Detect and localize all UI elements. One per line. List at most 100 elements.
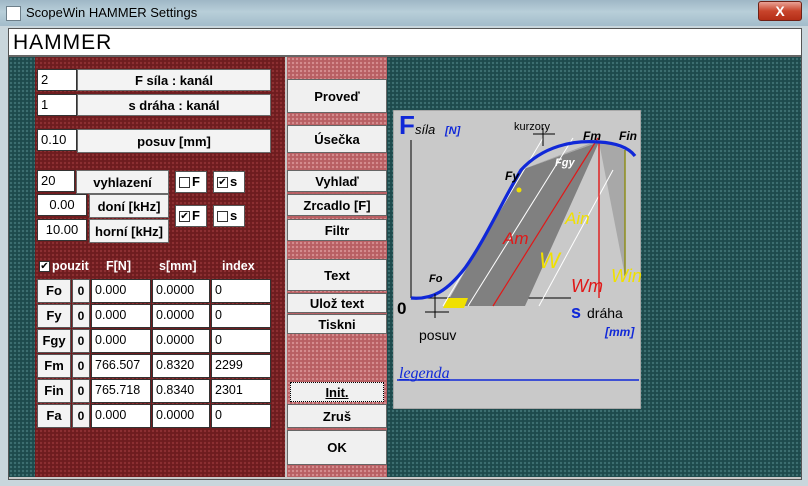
row-index-value[interactable]: 2299 <box>211 354 271 378</box>
checkbox-s-filter[interactable]: s <box>213 205 245 227</box>
vyhlad-button[interactable]: Vyhlaď <box>287 170 387 192</box>
close-button[interactable]: X <box>758 1 802 21</box>
checkbox-F-filter-label: F <box>192 208 200 223</box>
checkbox-F-filter[interactable]: ✔ F <box>175 205 207 227</box>
row-flag[interactable]: 0 <box>72 304 90 328</box>
pouzit-checkbox[interactable]: ✔ <box>39 261 50 272</box>
label-wm: Wm <box>571 276 603 296</box>
horni-label: horní [kHz] <box>89 219 169 243</box>
row-label-button[interactable]: Fm <box>37 354 71 378</box>
usecka-button[interactable]: Úsečka <box>287 125 387 153</box>
row-flag[interactable]: 0 <box>72 354 90 378</box>
ok-button[interactable]: OK <box>287 430 387 465</box>
doni-input[interactable]: 0.00 <box>37 194 87 216</box>
col-header-force: F[N] <box>106 259 131 273</box>
row-force-value[interactable]: 766.507 <box>91 354 151 378</box>
doni-label: doní [kHz] <box>89 194 169 218</box>
header-bar: HAMMER <box>9 29 801 57</box>
label-fy: Fy <box>505 169 520 183</box>
row-force-value[interactable]: 0.000 <box>91 404 151 428</box>
filtr-button[interactable]: Filtr <box>287 219 387 241</box>
row-index-value[interactable]: 0 <box>211 329 271 353</box>
checkbox-F-smoothing-box[interactable] <box>179 177 190 188</box>
app-icon <box>6 6 21 21</box>
checkbox-s-smoothing[interactable]: ✔ s <box>213 171 245 193</box>
zrcadlo-button[interactable]: Zrcadlo [F] <box>287 194 387 216</box>
row-distance-value[interactable]: 0.0000 <box>152 279 210 303</box>
row-distance-value[interactable]: 0.0000 <box>152 329 210 353</box>
checkbox-F-smoothing[interactable]: F <box>175 171 207 193</box>
title-bar: ScopeWin HAMMER Settings X <box>0 0 808 26</box>
label-ain: Ain <box>564 209 590 228</box>
uloz-text-button[interactable]: Ulož text <box>287 293 387 313</box>
window-title: ScopeWin HAMMER Settings <box>26 5 198 20</box>
label-fo: Fo <box>429 273 443 285</box>
label-s-letter: s <box>571 302 581 322</box>
label-fm: Fm <box>583 129 601 143</box>
label-win: Win <box>611 266 641 286</box>
col-header-distance: s[mm] <box>159 259 197 273</box>
channel-f-label: F síla : kanál <box>77 69 271 91</box>
row-flag[interactable]: 0 <box>72 404 90 428</box>
row-label-button[interactable]: Fgy <box>37 329 71 353</box>
posuv-input[interactable]: 0.10 <box>37 129 77 151</box>
label-draha: dráha <box>587 305 623 321</box>
row-force-value[interactable]: 0.000 <box>91 304 151 328</box>
checkbox-s-filter-box[interactable] <box>217 211 228 222</box>
row-flag[interactable]: 0 <box>72 279 90 303</box>
row-label-button[interactable]: Fa <box>37 404 71 428</box>
label-posuv: posuv <box>419 327 456 343</box>
row-force-value[interactable]: 0.000 <box>91 329 151 353</box>
posuv-label: posuv [mm] <box>77 129 271 153</box>
vyhlazeni-input[interactable]: 20 <box>37 170 75 192</box>
label-w: W <box>539 248 562 273</box>
row-index-value[interactable]: 0 <box>211 304 271 328</box>
row-flag[interactable]: 0 <box>72 379 90 403</box>
left-margin-pattern <box>9 57 35 477</box>
col-header-index: index <box>222 259 255 273</box>
row-index-value[interactable]: 0 <box>211 279 271 303</box>
label-fin: Fin <box>619 129 637 143</box>
checkbox-s-filter-label: s <box>230 208 238 223</box>
app-window: ScopeWin HAMMER Settings X HAMMER 2 F sí… <box>0 0 808 486</box>
label-legenda: legenda <box>399 365 450 382</box>
channel-s-label: s dráha : kanál <box>77 94 271 116</box>
row-force-value[interactable]: 765.718 <box>91 379 151 403</box>
row-index-value[interactable]: 0 <box>211 404 271 428</box>
row-distance-value[interactable]: 0.8340 <box>152 379 210 403</box>
checkbox-F-smoothing-label: F <box>192 174 200 189</box>
tiskni-button[interactable]: Tiskni <box>287 314 387 334</box>
label-sila: síla <box>415 122 435 137</box>
checkbox-F-filter-box[interactable]: ✔ <box>179 211 190 222</box>
pouzit-label: pouzit <box>52 259 89 273</box>
label-sila-unit: [N] <box>444 125 461 137</box>
label-origin-zero: 0 <box>397 299 406 318</box>
row-label-button[interactable]: Fy <box>37 304 71 328</box>
row-flag[interactable]: 0 <box>72 329 90 353</box>
client-area: HAMMER 2 F síla : kanál 1 s dráha : kaná… <box>8 28 802 480</box>
row-force-value[interactable]: 0.000 <box>91 279 151 303</box>
row-label-button[interactable]: Fin <box>37 379 71 403</box>
row-label-button[interactable]: Fo <box>37 279 71 303</box>
label-draha-unit: [mm] <box>604 325 635 339</box>
page-title: HAMMER <box>13 31 113 54</box>
vyhlazeni-label: vyhlazení <box>76 170 169 194</box>
text-button[interactable]: Text <box>287 259 387 291</box>
row-distance-value[interactable]: 0.8320 <box>152 354 210 378</box>
row-distance-value[interactable]: 0.0000 <box>152 304 210 328</box>
channel-s-input[interactable]: 1 <box>37 94 77 116</box>
init-button[interactable]: Init. <box>290 382 384 402</box>
checkbox-s-smoothing-box[interactable]: ✔ <box>217 177 228 188</box>
channel-f-input[interactable]: 2 <box>37 69 77 91</box>
label-f-letter: F <box>399 110 415 140</box>
horni-input[interactable]: 10.00 <box>37 219 87 241</box>
zrus-button[interactable]: Zruš <box>287 404 387 428</box>
proved-button[interactable]: Proveď <box>287 79 387 113</box>
label-fgy: Fgy <box>555 157 575 169</box>
row-distance-value[interactable]: 0.0000 <box>152 404 210 428</box>
label-kurzory: kurzory <box>514 121 551 133</box>
hammer-diagram: F síla [N] kurzory Fm Fin Fy Fgy Fo Ain … <box>393 110 641 409</box>
label-am: Am <box>502 229 529 248</box>
row-index-value[interactable]: 2301 <box>211 379 271 403</box>
checkbox-s-smoothing-label: s <box>230 174 238 189</box>
